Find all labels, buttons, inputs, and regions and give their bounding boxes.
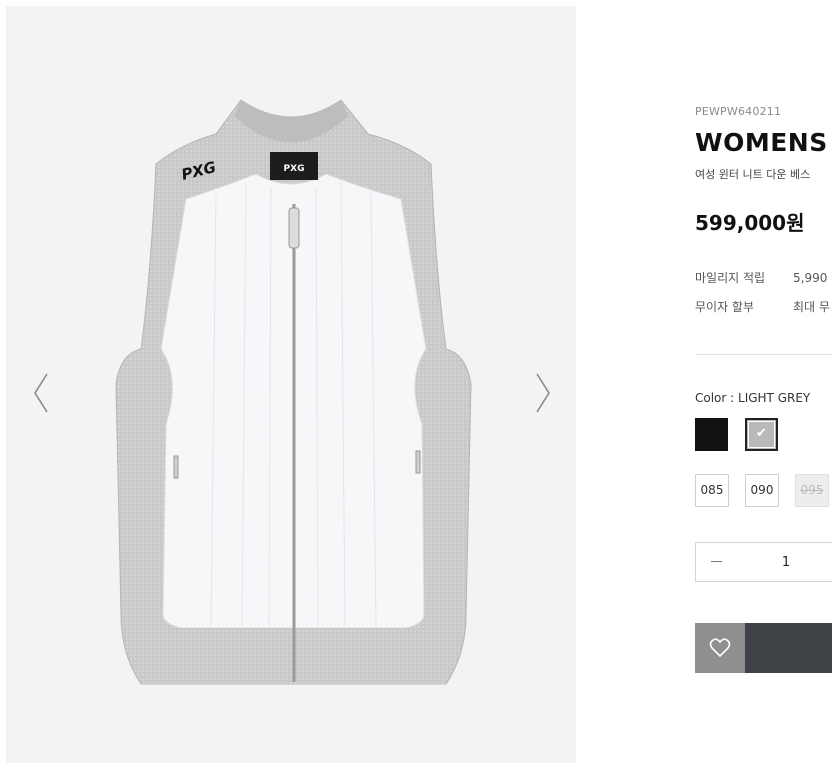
mileage-label: 마일리지 적립 (695, 271, 766, 285)
divider (695, 354, 832, 355)
size-option-085[interactable]: 085 (695, 474, 729, 507)
chevron-left-icon (34, 373, 48, 413)
installment-row: 무이자 할부 최대 무 (695, 298, 830, 315)
heart-icon (709, 638, 731, 658)
wishlist-button[interactable] (695, 623, 745, 673)
check-icon: ✔ (756, 426, 767, 441)
size-option-090[interactable]: 090 (745, 474, 779, 507)
next-image-button[interactable] (532, 368, 554, 418)
prev-image-button[interactable] (30, 368, 52, 418)
buy-now-button[interactable] (745, 623, 832, 673)
mileage-row: 마일리지 적립 5,990 (695, 269, 827, 286)
installment-label: 무이자 할부 (695, 300, 755, 314)
quantity-decrease-button[interactable] (706, 551, 728, 573)
product-subtitle: 여성 윈터 니트 다운 베스 (695, 168, 811, 181)
product-sku: PEWPW640211 (695, 105, 782, 118)
product-image-gallery: PXG PXG (6, 6, 576, 763)
quantity-stepper (695, 542, 832, 582)
color-swatch-black[interactable] (695, 418, 728, 451)
color-label: Color : LIGHT GREY (695, 391, 811, 405)
installment-value: 최대 무 (793, 300, 830, 314)
mileage-value: 5,990 (793, 271, 828, 285)
product-title: WOMENS (695, 128, 828, 157)
color-swatch-light-grey[interactable]: ✔ (745, 418, 778, 451)
product-image: PXG PXG (115, 99, 472, 685)
chevron-right-icon (536, 373, 550, 413)
product-price: 599,000원 (695, 211, 805, 235)
quantity-input[interactable] (756, 551, 816, 573)
svg-text:PXG: PXG (284, 164, 305, 174)
size-option-095[interactable]: 095 (795, 474, 829, 507)
